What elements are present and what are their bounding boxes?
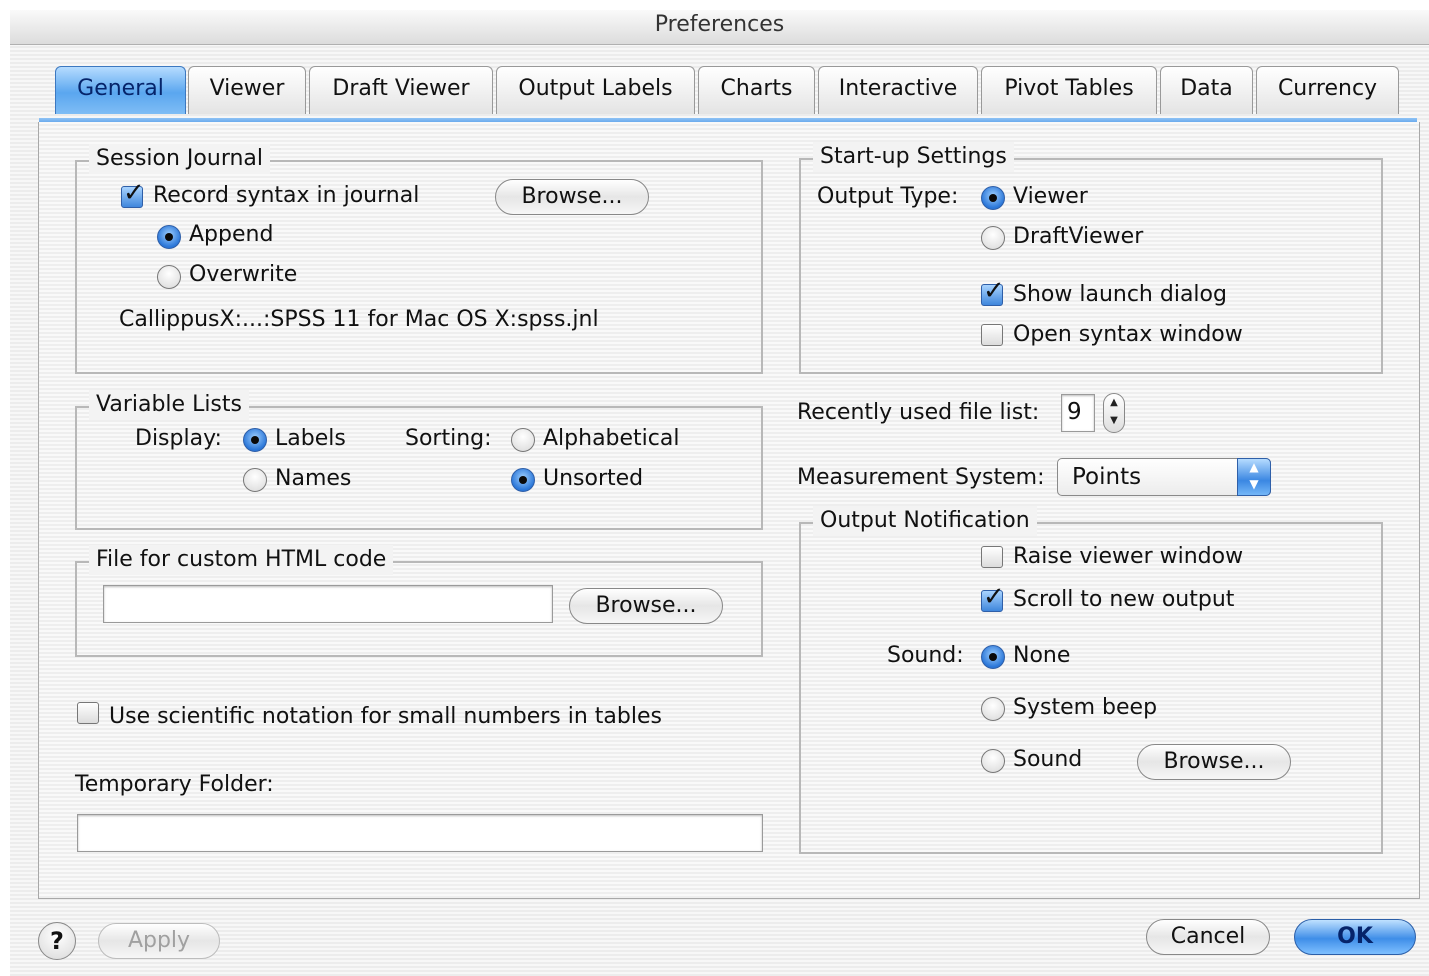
append-label: Append — [189, 222, 274, 247]
open-syntax-window-checkbox[interactable] — [981, 324, 1003, 346]
scientific-notation-checkbox[interactable] — [77, 702, 99, 724]
tab-pivot-tables[interactable]: Pivot Tables — [981, 66, 1157, 114]
overwrite-radio[interactable] — [157, 265, 181, 289]
sound-browse-button[interactable]: Browse... — [1137, 744, 1291, 780]
session-journal-group: Session Journal ✓ Record syntax in journ… — [75, 144, 763, 374]
preferences-window: Preferences General Viewer Draft Viewer … — [10, 10, 1429, 976]
tab-output-labels[interactable]: Output Labels — [496, 66, 695, 114]
overwrite-label: Overwrite — [189, 262, 298, 287]
unsorted-label: Unsorted — [543, 466, 644, 491]
popup-arrows-icon: ▲ ▼ — [1237, 458, 1271, 496]
tab-viewer[interactable]: Viewer — [188, 66, 306, 114]
general-panel: Session Journal ✓ Record syntax in journ… — [38, 122, 1420, 899]
measurement-system-value: Points — [1072, 464, 1142, 490]
measurement-system-label: Measurement System: — [797, 465, 1045, 490]
sound-none-radio[interactable] — [981, 645, 1005, 669]
apply-button[interactable]: Apply — [98, 923, 220, 959]
session-journal-legend: Session Journal — [89, 144, 271, 174]
custom-html-field[interactable] — [103, 585, 553, 623]
tab-bar: General Viewer Draft Viewer Output Label… — [10, 66, 1429, 118]
tab-data[interactable]: Data — [1160, 66, 1253, 114]
viewer-label: Viewer — [1013, 184, 1088, 209]
temporary-folder-field[interactable] — [77, 814, 763, 852]
scroll-output-checkbox[interactable]: ✓ — [981, 583, 1005, 612]
variable-lists-legend: Variable Lists — [89, 390, 249, 420]
viewer-radio[interactable] — [981, 186, 1005, 210]
sound-file-radio[interactable] — [981, 749, 1005, 773]
alphabetical-radio[interactable] — [511, 428, 535, 452]
startup-settings-legend: Start-up Settings — [813, 142, 1014, 172]
tab-general[interactable]: General — [55, 66, 186, 114]
sound-label: Sound: — [887, 643, 964, 668]
tab-interactive[interactable]: Interactive — [818, 66, 978, 114]
raise-viewer-checkbox[interactable] — [981, 546, 1003, 568]
record-syntax-label: Record syntax in journal — [153, 183, 420, 208]
sound-none-label: None — [1013, 643, 1071, 668]
output-notification-group: Output Notification Raise viewer window … — [799, 506, 1383, 854]
show-launch-dialog-checkbox[interactable]: ✓ — [981, 277, 1005, 306]
draftviewer-label: DraftViewer — [1013, 224, 1144, 249]
temporary-folder-label: Temporary Folder: — [75, 772, 274, 797]
append-radio[interactable] — [157, 225, 181, 249]
sorting-label: Sorting: — [405, 426, 492, 451]
system-beep-radio[interactable] — [981, 697, 1005, 721]
draftviewer-radio[interactable] — [981, 226, 1005, 250]
show-launch-dialog-label: Show launch dialog — [1013, 282, 1227, 307]
names-radio[interactable] — [243, 468, 267, 492]
recent-files-label: Recently used file list: — [797, 400, 1040, 425]
scientific-notation-label: Use scientific notation for small number… — [109, 704, 662, 729]
open-syntax-window-label: Open syntax window — [1013, 322, 1243, 347]
custom-html-legend: File for custom HTML code — [89, 545, 394, 575]
cancel-button[interactable]: Cancel — [1146, 919, 1270, 955]
custom-html-group: File for custom HTML code Browse... — [75, 545, 763, 657]
custom-html-browse-button[interactable]: Browse... — [569, 588, 723, 624]
record-syntax-checkbox[interactable]: ✓ — [121, 179, 145, 208]
alphabetical-label: Alphabetical — [543, 426, 680, 451]
sound-file-label: Sound — [1013, 747, 1083, 772]
scroll-output-label: Scroll to new output — [1013, 587, 1235, 612]
unsorted-radio[interactable] — [511, 468, 535, 492]
window-title: Preferences — [10, 10, 1429, 45]
check-mark-icon: ✓ — [123, 178, 145, 208]
check-mark-icon: ✓ — [983, 582, 1005, 612]
tab-draft-viewer[interactable]: Draft Viewer — [309, 66, 493, 114]
names-label: Names — [275, 466, 352, 491]
journal-path: CallippusX:...:SPSS 11 for Mac OS X:spss… — [119, 307, 599, 332]
stepper-arrows-icon[interactable]: ▲ ▼ — [1103, 393, 1125, 433]
measurement-system-popup[interactable]: Points ▲ ▼ — [1057, 458, 1271, 496]
output-notification-legend: Output Notification — [813, 506, 1037, 536]
startup-settings-group: Start-up Settings Output Type: Viewer Dr… — [799, 142, 1383, 374]
recent-files-input[interactable]: 9 — [1061, 394, 1095, 432]
tab-charts[interactable]: Charts — [698, 66, 815, 114]
journal-browse-button[interactable]: Browse... — [495, 179, 649, 215]
labels-label: Labels — [275, 426, 346, 451]
ok-button[interactable]: OK — [1294, 919, 1416, 955]
labels-radio[interactable] — [243, 428, 267, 452]
check-mark-icon: ✓ — [983, 276, 1005, 306]
raise-viewer-label: Raise viewer window — [1013, 544, 1244, 569]
tab-currency[interactable]: Currency — [1256, 66, 1399, 114]
display-label: Display: — [135, 426, 222, 451]
output-type-label: Output Type: — [817, 184, 959, 209]
system-beep-label: System beep — [1013, 695, 1158, 720]
variable-lists-group: Variable Lists Display: Labels Names Sor… — [75, 390, 763, 530]
help-icon[interactable]: ? — [38, 922, 76, 960]
